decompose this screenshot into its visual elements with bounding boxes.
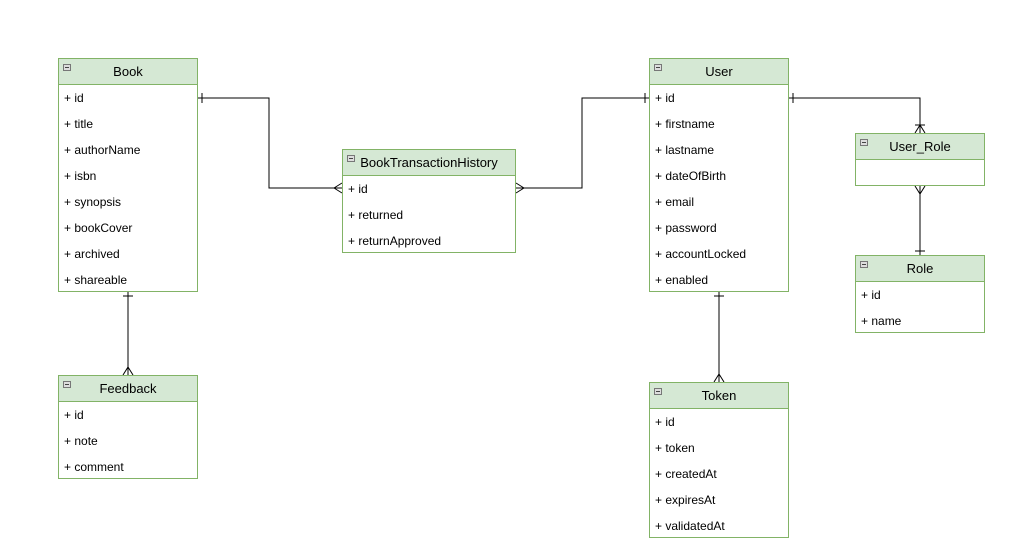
field-row[interactable]: + note [59,428,197,454]
field-row[interactable]: + synopsis [59,189,197,215]
link-user-bth [516,97,649,189]
field-row[interactable]: + comment [59,454,197,480]
entity-title: User [705,64,733,79]
field-row[interactable]: + shareable [59,267,197,293]
collapse-icon[interactable] [63,381,71,388]
field-row[interactable]: + isbn [59,163,197,189]
link-book-bth [198,97,342,189]
entity-header[interactable]: BookTransactionHistory [343,150,515,176]
entity-title: Feedback [99,381,157,396]
field-row[interactable]: + returned [343,202,515,228]
field-row[interactable]: + title [59,111,197,137]
collapse-icon[interactable] [654,64,662,71]
field-row[interactable]: + validatedAt [650,513,788,539]
field-row[interactable]: + accountLocked [650,241,788,267]
field-row[interactable]: + enabled [650,267,788,293]
entity-title: BookTransactionHistory [360,155,498,170]
field-row[interactable]: + authorName [59,137,197,163]
field-row[interactable]: + email [650,189,788,215]
link-user-userrole [789,97,921,133]
field-row[interactable]: + id [856,282,984,308]
field-row[interactable]: + id [343,176,515,202]
entity-header[interactable]: Role [856,256,984,282]
entity-header[interactable]: User [650,59,788,85]
collapse-icon[interactable] [860,261,868,268]
collapse-icon[interactable] [654,388,662,395]
entity-user[interactable]: User + id + firstname + lastname + dateO… [649,58,789,292]
entity-user-role[interactable]: User_Role [855,133,985,186]
field-row[interactable]: + expiresAt [650,487,788,513]
field-row[interactable]: + bookCover [59,215,197,241]
entity-header[interactable]: Book [59,59,197,85]
collapse-icon[interactable] [860,139,868,146]
entity-title: Token [701,388,737,403]
field-row[interactable]: + token [650,435,788,461]
entity-header[interactable]: Feedback [59,376,197,402]
entity-feedback[interactable]: Feedback + id + note + comment [58,375,198,479]
collapse-icon[interactable] [63,64,71,71]
field-row[interactable]: + id [59,85,197,111]
field-row[interactable]: + id [650,409,788,435]
field-row[interactable]: + firstname [650,111,788,137]
entity-book-transaction-history[interactable]: BookTransactionHistory + id + returned +… [342,149,516,253]
entity-title: User_Role [889,139,951,154]
field-row[interactable]: + archived [59,241,197,267]
field-row[interactable]: + lastname [650,137,788,163]
field-row[interactable]: + name [856,308,984,334]
entity-header[interactable]: Token [650,383,788,409]
field-row[interactable]: + id [650,85,788,111]
entity-token[interactable]: Token + id + token + createdAt + expires… [649,382,789,538]
field-row[interactable]: + returnApproved [343,228,515,254]
entity-book[interactable]: Book + id + title + authorName + isbn + … [58,58,198,292]
field-row[interactable]: + dateOfBirth [650,163,788,189]
field-row[interactable]: + createdAt [650,461,788,487]
field-row[interactable]: + id [59,402,197,428]
entity-header[interactable]: User_Role [856,134,984,160]
entity-title: Role [906,261,934,276]
field-row[interactable]: + password [650,215,788,241]
entity-role[interactable]: Role + id + name [855,255,985,333]
entity-title: Book [113,64,143,79]
collapse-icon[interactable] [347,155,355,162]
